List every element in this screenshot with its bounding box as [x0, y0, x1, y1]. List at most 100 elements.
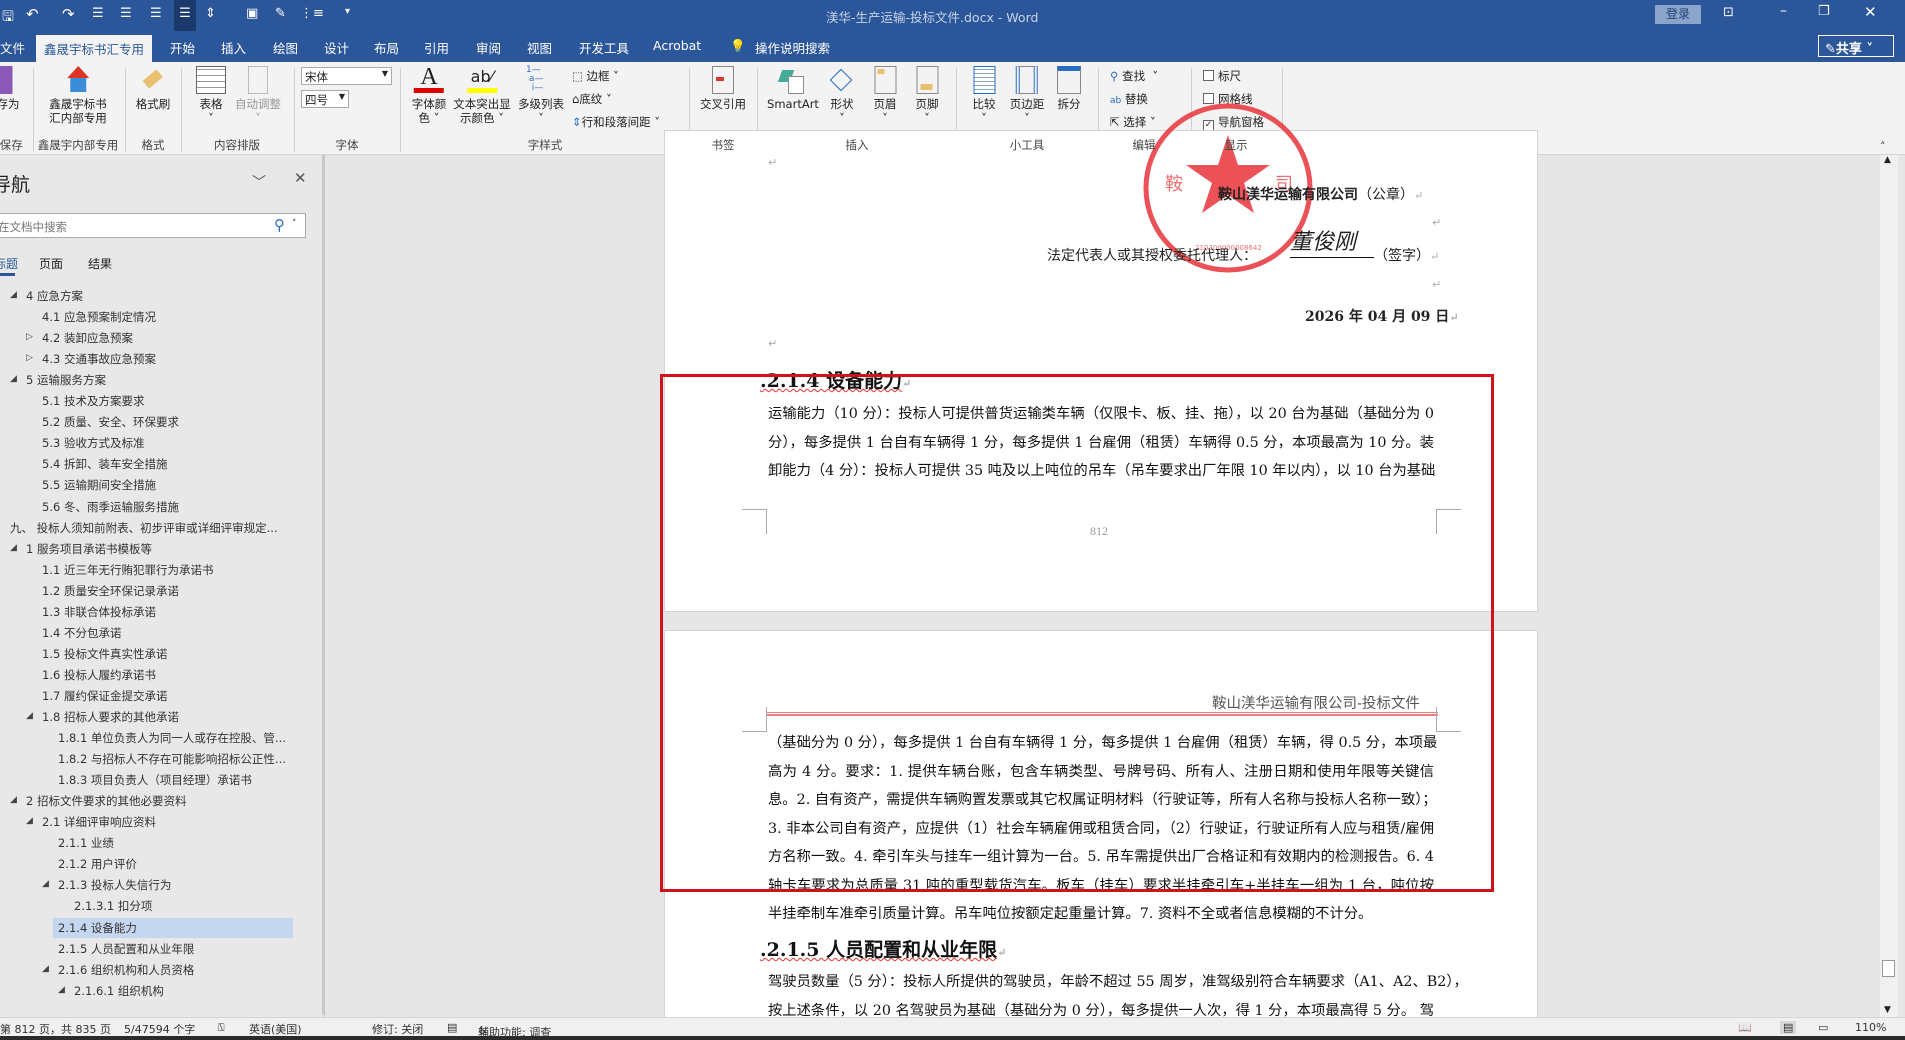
nav-item[interactable]: 1.1 近三年无行贿犯罪行为承诺书 — [42, 560, 213, 580]
nav-item[interactable]: 5.3 验收方式及标准 — [42, 433, 144, 453]
nav-item[interactable]: 1.8.2 与招标人不存在可能影响招标公正性... — [58, 749, 286, 769]
share-button[interactable]: ✎共享 ˅ — [1818, 35, 1894, 57]
tab-layout[interactable]: 布局 — [374, 38, 399, 57]
collapse-icon[interactable]: ◢ — [10, 543, 17, 553]
border-button[interactable]: ⬚ 边框 ˅ — [572, 68, 619, 84]
nav-item[interactable]: 5.5 运输期间安全措施 — [42, 475, 156, 495]
print-layout-icon[interactable]: ▤ — [1780, 1021, 1797, 1034]
nav-tab-headings[interactable]: 标题 — [0, 255, 18, 272]
web-layout-icon[interactable]: ▭ — [1818, 1021, 1828, 1034]
table-button[interactable]: 表格 ˅ — [196, 66, 226, 125]
customize-qat-icon[interactable]: ▾ — [345, 6, 350, 17]
close-icon[interactable]: ✕ — [294, 169, 307, 187]
tab-view[interactable]: 视图 — [527, 38, 552, 57]
ribbon-display-options-icon[interactable]: ⊡ — [1723, 5, 1734, 20]
nav-item[interactable]: 2.1.1 业绩 — [58, 833, 114, 853]
close-icon[interactable]: ✕ — [1864, 3, 1877, 21]
xsy-internal-button[interactable]: 鑫晟宇标书 汇内部专用 — [49, 66, 107, 125]
expand-icon[interactable]: ▷ — [26, 332, 33, 342]
nav-item[interactable]: 2.1.6.1 组织机构 — [74, 981, 164, 1001]
nav-search-input[interactable]: 在文档中搜索 ⚲ ˅ — [0, 213, 306, 238]
nav-item[interactable]: 2.1.3.1 扣分项 — [74, 896, 152, 916]
margins-button[interactable]: 页边距 ˅ — [1010, 66, 1044, 125]
nav-item[interactable]: 1.7 履约保证金提交承诺 — [42, 686, 167, 706]
nav-item[interactable]: 4 应急方案 — [26, 286, 83, 306]
nav-item[interactable]: 1.2 质量安全环保记录承诺 — [42, 581, 179, 601]
tell-me-search[interactable]: 操作说明搜索 — [755, 38, 830, 57]
scroll-thumb[interactable] — [1882, 960, 1895, 977]
nav-item[interactable]: 2 招标文件要求的其他必要资料 — [26, 791, 186, 811]
language[interactable]: 英语(美国) — [249, 1021, 302, 1037]
font-color-button[interactable]: A 字体颜色 ˅ — [412, 65, 447, 125]
tab-design[interactable]: 设计 — [324, 38, 349, 57]
nav-item[interactable]: 2.1.6 组织机构和人员资格 — [58, 960, 194, 980]
smartart-button[interactable]: SmartArt — [767, 66, 819, 111]
align-right-icon[interactable]: ☰ — [150, 6, 162, 21]
format-painter-button[interactable]: 格式刷 — [136, 66, 170, 111]
read-mode-icon[interactable]: 📖 — [1738, 1021, 1752, 1034]
nav-item[interactable]: 4.2 装卸应急预案 — [42, 328, 133, 348]
collapse-icon[interactable]: ◢ — [42, 879, 49, 889]
proofing-icon[interactable]: ⍂ — [218, 1021, 225, 1035]
nav-item[interactable]: 5 运输服务方案 — [26, 370, 106, 390]
save-icon[interactable]: 🖫 — [2, 6, 14, 30]
paragraph-spacing-button[interactable]: ⇕行和段落间距 ˅ — [572, 114, 660, 130]
zoom-level[interactable]: 110% — [1855, 1021, 1886, 1034]
nav-item[interactable]: 4.3 交通事故应急预案 — [42, 349, 156, 369]
font-name-select[interactable]: 宋体 ▼ — [301, 67, 392, 85]
collapse-icon[interactable]: ◢ — [10, 290, 17, 300]
collapse-icon[interactable]: ◢ — [42, 964, 49, 974]
expand-icon[interactable]: ▷ — [26, 353, 33, 363]
track-changes[interactable]: 修订: 关闭 — [372, 1021, 423, 1037]
split-button[interactable]: 拆分 — [1057, 66, 1081, 111]
nav-item[interactable]: 2.1.5 人员配置和从业年限 — [58, 939, 194, 959]
find-button[interactable]: ⚲ 查找 ˅ — [1110, 68, 1158, 84]
tab-references[interactable]: 引用 — [424, 38, 449, 57]
nav-item[interactable]: 4.1 应急预案制定情况 — [42, 307, 156, 327]
nav-item[interactable]: 1 服务项目承诺书模板等 — [26, 539, 152, 559]
nav-item[interactable]: 2.1.3 投标人失信行为 — [58, 875, 171, 895]
header-button[interactable]: 页眉 ˅ — [874, 66, 897, 125]
search-icon[interactable]: ⚲ — [274, 216, 285, 234]
nav-item[interactable]: 2.1.4 设备能力 — [53, 917, 293, 938]
nav-item[interactable]: 九、 投标人须知前附表、初步评审或详细评审规定... — [10, 518, 278, 538]
tab-draw[interactable]: 绘图 — [273, 38, 298, 57]
footer-button[interactable]: 页脚 ˅ — [916, 66, 939, 125]
collapse-icon[interactable]: ◢ — [26, 711, 33, 721]
minimize-icon[interactable]: – — [1780, 3, 1787, 19]
nav-item[interactable]: 2.1 详细评审响应资料 — [42, 812, 156, 832]
undo-icon[interactable]: ↶ — [26, 5, 39, 23]
cross-reference-button[interactable]: 交叉引用 — [700, 66, 746, 111]
multilevel-list-button[interactable]: 1— a— i— 多级列表 ˅ — [518, 66, 564, 126]
font-size-select[interactable]: 四号 ▼ — [301, 90, 349, 108]
nav-item[interactable]: 1.3 非联合体投标承诺 — [42, 602, 156, 622]
login-button[interactable]: 登录 — [1655, 5, 1701, 24]
nav-item[interactable]: 1.8.1 单位负责人为同一人或存在控股、管... — [58, 728, 286, 748]
nav-item[interactable]: 5.6 冬、雨季运输服务措施 — [42, 497, 179, 517]
nav-item[interactable]: 1.8.3 项目负责人（项目经理）承诺书 — [58, 770, 252, 790]
shapes-button[interactable]: 形状 ˅ — [827, 66, 857, 125]
align-left-icon[interactable]: ☰ — [92, 6, 104, 21]
tab-review[interactable]: 审阅 — [476, 38, 501, 57]
nav-tab-pages[interactable]: 页面 — [39, 255, 63, 272]
justify-icon[interactable]: ☰ — [174, 0, 196, 31]
nav-tab-results[interactable]: 结果 — [88, 255, 112, 272]
format-icon[interactable]: ✎ — [275, 6, 286, 21]
shading-button[interactable]: ⌂底纹 ˅ — [572, 91, 612, 107]
ruler-checkbox[interactable]: 标尺 — [1203, 68, 1241, 84]
line-spacing-icon[interactable]: ⇕ — [205, 6, 216, 21]
page-count[interactable]: 第 812 页，共 835 页 — [0, 1021, 111, 1037]
tab-file[interactable]: 文件 — [0, 38, 25, 57]
collapse-icon[interactable]: ◢ — [10, 374, 17, 384]
tab-insert[interactable]: 插入 — [221, 38, 246, 57]
tab-developer[interactable]: 开发工具 — [579, 38, 629, 57]
save-as-icon[interactable]: ▣ — [246, 6, 258, 21]
highlight-button[interactable]: ab⁄ 文本突出显 示颜色 ˅ — [453, 66, 511, 125]
nav-item[interactable]: 1.8 招标人要求的其他承诺 — [42, 707, 179, 727]
nav-item[interactable]: 5.1 技术及方案要求 — [42, 391, 144, 411]
nav-item[interactable]: 5.2 质量、安全、环保要求 — [42, 412, 179, 432]
nav-item[interactable]: 2.1.2 用户评价 — [58, 854, 137, 874]
tab-xsy[interactable]: 鑫晟宇标书汇专用 — [36, 35, 153, 62]
scroll-up-icon[interactable]: ▲ — [1884, 155, 1891, 165]
nav-item[interactable]: 1.6 投标人履约承诺书 — [42, 665, 156, 685]
